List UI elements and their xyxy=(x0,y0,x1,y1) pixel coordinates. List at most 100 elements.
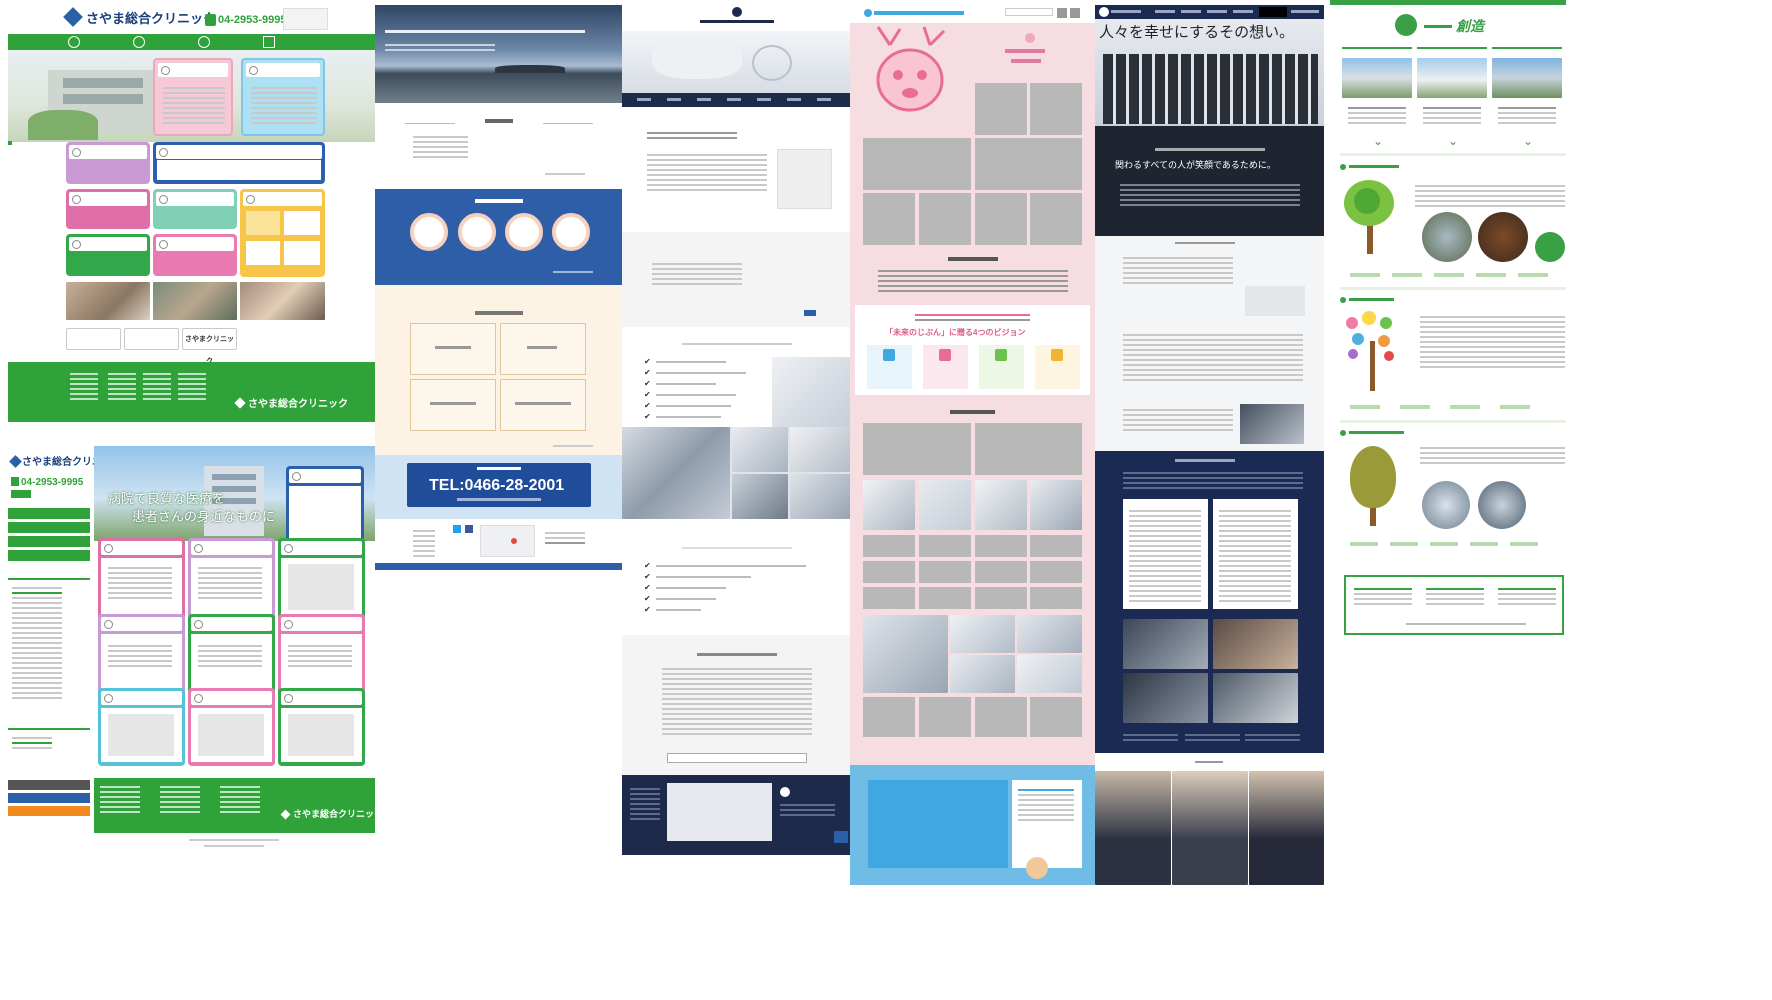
chevron-down-icon[interactable]: ⌄ xyxy=(1373,134,1383,148)
realty-footer xyxy=(375,519,622,570)
school-tile-17[interactable] xyxy=(975,561,1027,583)
school-tile-8[interactable] xyxy=(1030,193,1082,245)
consult-card-2[interactable] xyxy=(500,323,586,375)
nav-item-3[interactable] xyxy=(198,36,210,48)
facility-photo-1 xyxy=(1342,58,1412,98)
hero-news-card xyxy=(286,466,364,541)
school-tile-1[interactable] xyxy=(975,83,1027,135)
corporate-photo-2 xyxy=(1213,619,1298,669)
school-tile-7[interactable] xyxy=(975,193,1027,245)
school-photo-3 xyxy=(975,480,1027,530)
staff-photo-1 xyxy=(1095,771,1171,885)
school-tile-18[interactable] xyxy=(1030,561,1082,583)
sidebar-group-blue[interactable] xyxy=(8,793,90,803)
twitter-icon[interactable] xyxy=(453,525,461,533)
nature-header: 創造 xyxy=(1330,5,1566,43)
school-tile-13[interactable] xyxy=(975,535,1027,557)
property-circle-3[interactable] xyxy=(505,213,543,251)
school-tile-22[interactable] xyxy=(1030,587,1082,609)
inner-card-teal xyxy=(98,688,185,766)
school-tile-3[interactable] xyxy=(863,138,971,190)
property-circle-1[interactable] xyxy=(410,213,448,251)
sidebar-nav-4[interactable] xyxy=(8,550,90,561)
sidebar-nav-2[interactable] xyxy=(8,522,90,533)
school-tile-23[interactable] xyxy=(863,697,915,737)
logo-mark-icon xyxy=(63,7,83,27)
check-icon: ✔ xyxy=(644,572,651,581)
dental-chair-image xyxy=(772,357,850,427)
school-photo-1 xyxy=(863,480,915,530)
school-tile-12[interactable] xyxy=(919,535,971,557)
corporate-site-mockup: 人々を幸せにするその想い。 関わるすべての人が笑顔であるために。 xyxy=(1095,5,1324,885)
school-tile-24[interactable] xyxy=(919,697,971,737)
facility-photo-2 xyxy=(1417,58,1487,98)
group-button-2[interactable] xyxy=(124,328,179,350)
school-tile-26[interactable] xyxy=(1030,697,1082,737)
clinic-card-pink xyxy=(153,58,233,136)
school-header xyxy=(850,5,1095,23)
nav-item-2[interactable] xyxy=(133,36,145,48)
inner-footer: さやま総合クリニック xyxy=(94,778,375,833)
property-circle-2[interactable] xyxy=(458,213,496,251)
school-tile-14[interactable] xyxy=(1030,535,1082,557)
nav-item-4[interactable] xyxy=(263,36,275,48)
dental-map[interactable] xyxy=(667,783,772,841)
nature-nav-2[interactable] xyxy=(1417,43,1487,49)
school-footer-map[interactable] xyxy=(868,780,1008,868)
vision-subtitle: 「未来のじぶん」に贈る4つのビジョン xyxy=(885,328,1026,337)
consult-card-4[interactable] xyxy=(500,379,586,431)
dental-reasons-button[interactable] xyxy=(667,753,807,763)
sidebar-nav-1[interactable] xyxy=(8,508,90,519)
school-tile-9[interactable] xyxy=(863,423,971,475)
sidebar-phone[interactable]: 04-2953-9995 xyxy=(21,477,83,488)
corporate-slogan: 関わるすべての人が笑顔であるために。 xyxy=(1115,160,1276,170)
realty-map[interactable] xyxy=(480,525,535,557)
nature-nav-1[interactable] xyxy=(1342,43,1412,49)
chevron-down-icon[interactable]: ⌄ xyxy=(1448,134,1458,148)
group-button-3[interactable]: さやまクリニック xyxy=(182,328,237,365)
sidebar-nav-3[interactable] xyxy=(8,536,90,547)
nature-photo-1 xyxy=(1422,212,1472,262)
card-pink-2 xyxy=(66,189,150,229)
property-circle-4[interactable] xyxy=(552,213,590,251)
nature-nav-3[interactable] xyxy=(1492,43,1562,49)
corporate-hero-team: 人々を幸せにするその想い。 xyxy=(1095,19,1324,126)
clinic-logo[interactable]: さやま総合クリニック xyxy=(86,11,216,26)
nature-badge[interactable] xyxy=(1535,232,1565,262)
realty-tel[interactable]: TEL:0466-28-2001 xyxy=(429,477,564,495)
school-tile-25[interactable] xyxy=(975,697,1027,737)
chevron-down-icon[interactable]: ⌄ xyxy=(1523,134,1533,148)
school-tile-11[interactable] xyxy=(863,535,915,557)
school-tile-5[interactable] xyxy=(863,193,915,245)
inner-footer-logo[interactable]: さやま総合クリニック xyxy=(293,809,375,820)
consult-card-3[interactable] xyxy=(410,379,496,431)
clinic-phone[interactable]: 04-2953-9995 xyxy=(218,14,287,26)
school-tile-2[interactable] xyxy=(1030,83,1082,135)
dental-photos xyxy=(622,427,850,519)
clinic-inner-page-mockup: さやま総合クリニック 04-2953-9995 病院で良質な医療を 患者さんの身… xyxy=(8,438,375,858)
sidebar-group-orange[interactable] xyxy=(8,806,90,816)
check-icon: ✔ xyxy=(644,594,651,603)
school-tile-10[interactable] xyxy=(975,423,1082,475)
dental-checklist: ✔ ✔ ✔ ✔ ✔ ✔ xyxy=(622,327,850,427)
school-tile-4[interactable] xyxy=(975,138,1082,190)
dental-more-button[interactable] xyxy=(804,310,816,316)
dental-intro xyxy=(622,107,850,232)
tree-colorful-illustration xyxy=(1342,311,1402,396)
nature-footer xyxy=(1344,575,1564,635)
school-tile-6[interactable] xyxy=(919,193,971,245)
school-tile-16[interactable] xyxy=(919,561,971,583)
page-top-icon[interactable] xyxy=(834,831,848,843)
school-tile-20[interactable] xyxy=(919,587,971,609)
school-tile-15[interactable] xyxy=(863,561,915,583)
school-tile-21[interactable] xyxy=(975,587,1027,609)
deer-mascot-icon xyxy=(1026,857,1048,879)
group-button-1[interactable] xyxy=(66,328,121,350)
tel-box[interactable]: TEL:0466-28-2001 xyxy=(407,463,591,507)
sidebar-group-gray[interactable] xyxy=(8,780,90,790)
footer-logo[interactable]: さやま総合クリニック xyxy=(248,399,348,410)
school-tile-19[interactable] xyxy=(863,587,915,609)
facebook-icon[interactable] xyxy=(465,525,473,533)
consult-card-1[interactable] xyxy=(410,323,496,375)
nav-item-1[interactable] xyxy=(68,36,80,48)
